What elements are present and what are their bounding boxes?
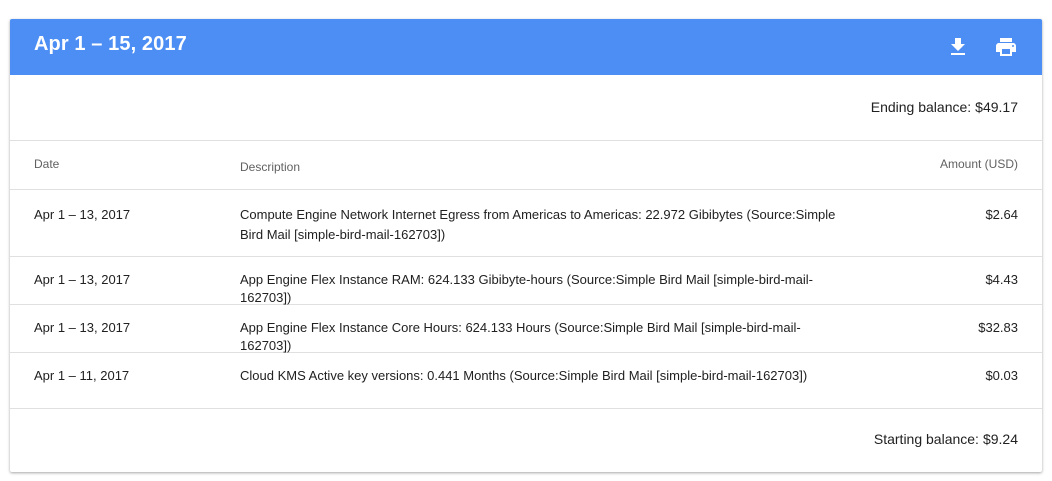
row-amount: $4.43: [985, 272, 1018, 287]
print-icon[interactable]: [994, 35, 1018, 59]
row-description: Cloud KMS Active key versions: 0.441 Mon…: [240, 368, 808, 383]
row-amount: $2.64: [985, 207, 1018, 222]
column-header-amount: Amount (USD): [939, 157, 1018, 171]
ending-balance-label: Ending balance:: [870, 99, 972, 115]
column-header-description: Description: [240, 160, 301, 174]
row-date: Apr 1 – 13, 2017: [34, 272, 131, 287]
table-header-row: Date Description Amount (USD): [10, 141, 1042, 190]
column-header-date: Date: [34, 157, 60, 171]
starting-balance: Starting balance: $9.24: [874, 431, 1018, 447]
download-icon[interactable]: [946, 35, 970, 59]
row-date: Apr 1 – 13, 2017: [34, 320, 131, 335]
billing-statement-card: Apr 1 – 15, 2017 Ending balance: $49.17 D…: [10, 19, 1042, 472]
ending-balance-value: $49.17: [975, 99, 1018, 115]
row-date: Apr 1 – 13, 2017: [34, 207, 131, 222]
table-row: Apr 1 – 13, 2017 App Engine Flex Instanc…: [10, 257, 1042, 305]
statement-period-title: Apr 1 – 15, 2017: [34, 33, 187, 55]
table-row: Apr 1 – 13, 2017 App Engine Flex Instanc…: [10, 305, 1042, 353]
starting-balance-row: Starting balance: $9.24: [10, 409, 1042, 472]
ending-balance-row: Ending balance: $49.17: [10, 75, 1042, 141]
row-description: Compute Engine Network Internet Egress f…: [240, 207, 836, 242]
statement-header: Apr 1 – 15, 2017: [10, 19, 1042, 75]
table-row: Apr 1 – 11, 2017 Cloud KMS Active key ve…: [10, 353, 1042, 409]
row-description: App Engine Flex Instance RAM: 624.133 Gi…: [240, 272, 813, 305]
table-row: Apr 1 – 13, 2017 Compute Engine Network …: [10, 190, 1042, 257]
row-description: App Engine Flex Instance Core Hours: 624…: [240, 320, 801, 353]
row-amount: $0.03: [985, 368, 1018, 383]
starting-balance-value: $9.24: [982, 431, 1018, 447]
starting-balance-label: Starting balance:: [873, 431, 979, 447]
row-date: Apr 1 – 11, 2017: [34, 368, 130, 383]
ending-balance: Ending balance: $49.17: [871, 99, 1018, 115]
row-amount: $32.83: [978, 320, 1018, 335]
